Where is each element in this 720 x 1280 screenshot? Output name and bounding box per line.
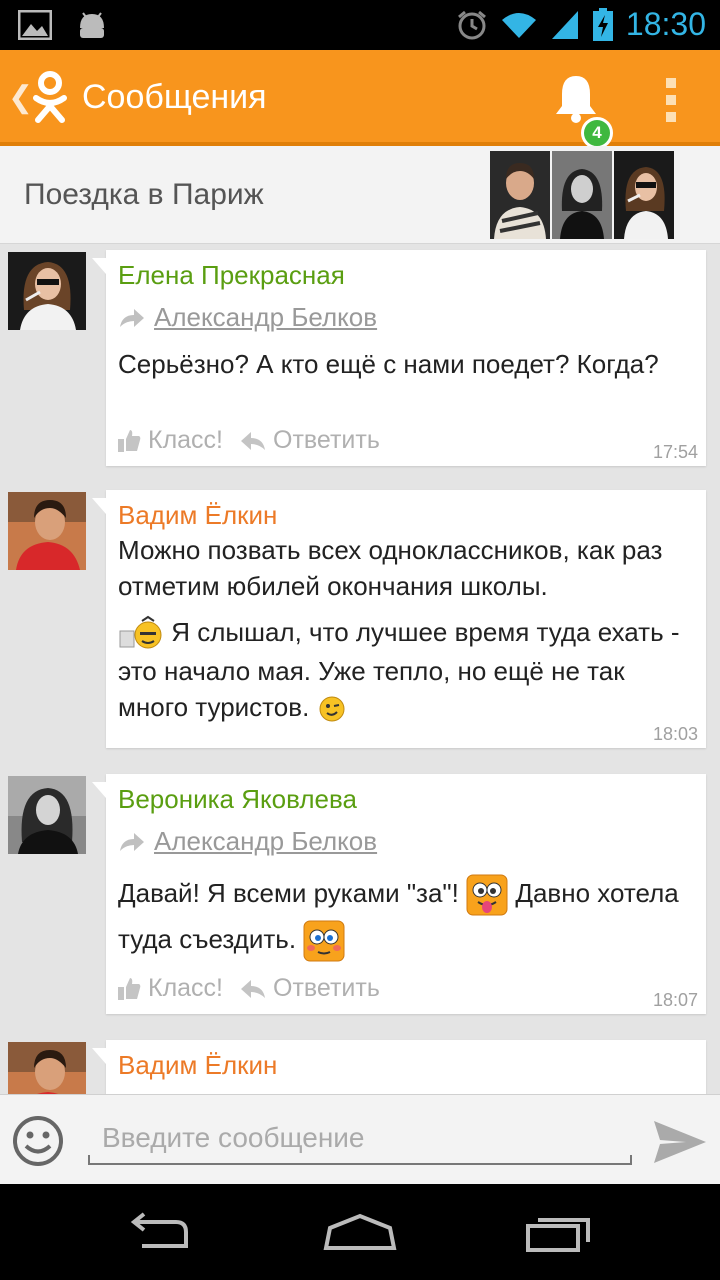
message-actions: Класс! Ответить [116,426,380,455]
wifi-icon [501,12,536,38]
action-bar: ❮ Сообщения 4 [0,50,720,149]
blush-smiley-icon [303,920,345,962]
home-nav-icon[interactable] [322,1212,398,1252]
wink-smiley-icon [319,696,345,722]
sender-avatar[interactable] [8,252,86,330]
like-button[interactable]: Класс! [116,974,223,1003]
reply-arrow-icon [241,431,265,450]
message-text: Давай! Я всеми руками "за"! Давно хотела… [118,870,698,962]
status-time: 18:30 [625,6,706,42]
message-actions: Класс! Ответить [116,974,380,1003]
message-text-part: Я слышал, что лучшее время туда ехать - … [118,617,680,723]
notification-count-badge: 4 [581,117,613,149]
reply-label: Ответить [273,974,380,1002]
overflow-menu-icon[interactable] [666,78,676,129]
signal-icon [551,10,578,39]
gallery-icon [18,10,52,40]
send-icon[interactable] [652,1117,708,1167]
message-text: Я слышал, что лучшее время туда ехать - … [118,614,698,725]
like-label: Класс! [148,426,223,454]
message-author[interactable]: Вадим Ёлкин [118,500,277,531]
sender-avatar[interactable] [8,492,86,570]
recent-apps-nav-icon[interactable] [524,1212,594,1252]
tongue-smiley-icon [466,874,508,916]
message-input-bar [0,1094,720,1184]
message-bubble: Вероника Яковлева Александр Белков Давай… [92,774,706,1014]
message-author[interactable]: Вадим Ёлкин [118,1050,277,1081]
message-time: 18:07 [652,990,698,1010]
message-author[interactable]: Вероника Яковлева [118,784,357,815]
forwarded-from[interactable]: Александр Белков [118,826,377,857]
odnoklassniki-logo-icon[interactable] [30,70,70,124]
forward-arrow-icon [120,832,144,851]
alarm-icon [457,10,486,39]
conversation-title: Поездка в Париж [24,178,264,211]
message-input[interactable] [88,1113,632,1165]
smiley-picker-icon[interactable] [12,1115,64,1167]
participant-avatar-man[interactable] [490,151,550,239]
forwarded-from-name[interactable]: Александр Белков [154,302,377,333]
conversation-header: Поездка в Париж [0,146,720,244]
screen-title: Сообщения [82,78,267,116]
message-text: Серьёзно? А кто ещё с нами поедет? Когда… [118,349,659,379]
message-bubble: Елена Прекрасная Александр Белков Серьёз… [92,250,706,466]
android-icon [80,12,104,38]
participant-avatar-woman-bw[interactable] [552,151,612,239]
message-bubble: Вадим Ёлкин [92,1040,706,1094]
back-nav-icon[interactable] [126,1212,196,1252]
system-nav-bar [0,1184,720,1280]
message-time: 17:54 [652,442,698,462]
forwarded-from[interactable]: Александр Белков [118,302,377,333]
message-list[interactable]: Елена Прекрасная Александр Белков Серьёз… [0,244,720,1094]
thumbs-up-icon [118,429,141,452]
message-time: 18:03 [652,724,698,744]
reply-arrow-icon [241,979,265,998]
reply-label: Ответить [273,426,380,454]
reply-button[interactable]: Ответить [241,426,380,455]
reply-button[interactable]: Ответить [241,974,380,1003]
participant-avatar-woman-sunglasses[interactable] [614,151,674,239]
status-bar: 18:30 [0,0,720,50]
like-label: Класс! [148,974,223,1002]
notifications-bell-icon[interactable] [552,72,600,124]
thumbs-up-icon [118,977,141,1000]
message-bubble: Вадим Ёлкин Можно позвать всех однокласс… [92,490,706,748]
beer-smiley-icon [119,615,162,649]
message-text: Можно позвать всех одноклассников, как р… [118,535,663,601]
battery-charging-icon [592,7,613,41]
sender-avatar[interactable] [8,1042,86,1094]
message-author[interactable]: Елена Прекрасная [118,260,345,291]
message-text-part: Давай! Я всеми руками "за"! [118,878,459,908]
like-button[interactable]: Класс! [116,426,223,455]
forward-arrow-icon [120,308,144,327]
sender-avatar[interactable] [8,776,86,854]
forwarded-from-name[interactable]: Александр Белков [154,826,377,857]
